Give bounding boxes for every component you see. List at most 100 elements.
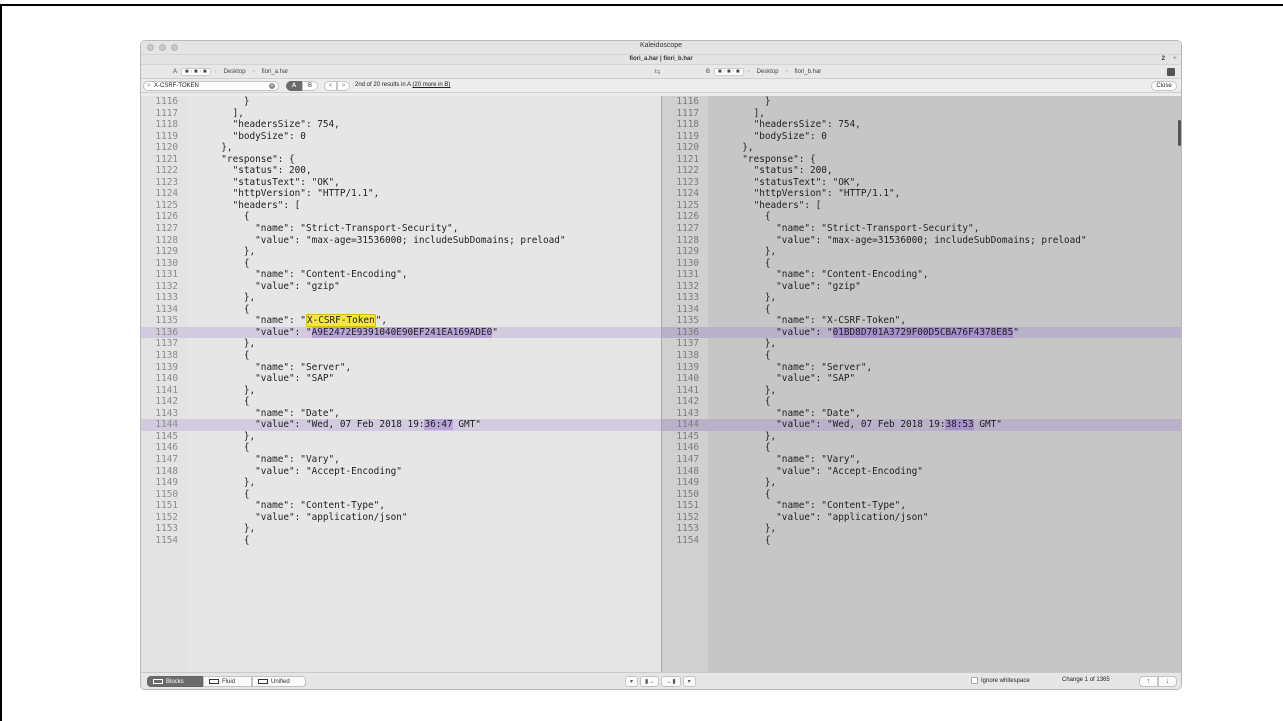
view-unified-button[interactable]: Unified <box>252 676 306 687</box>
code-line[interactable]: 1151 "name": "Content-Type", <box>662 500 1181 512</box>
code-line[interactable]: 1143 "name": "Date", <box>141 408 661 420</box>
code-line[interactable]: 1117 ], <box>141 108 661 120</box>
code-line[interactable]: 1133 }, <box>662 292 1181 304</box>
code-line[interactable]: 1123 "statusText": "OK", <box>141 177 661 189</box>
pane-a[interactable]: 1116 } 1117 ], 1118 "headersSize": 754, 111… <box>141 96 661 674</box>
code-line[interactable]: 1153 }, <box>662 523 1181 535</box>
tab-title[interactable]: fiori_a.har | fiori_b.har <box>141 56 1181 62</box>
code-line[interactable]: 1131 "name": "Content-Encoding", <box>662 269 1181 281</box>
close-search-button[interactable]: Close <box>1151 81 1177 91</box>
copy-to-right-button[interactable]: ▮→ <box>640 676 660 687</box>
swap-sides-icon[interactable]: ⇆ <box>654 67 661 76</box>
code-line[interactable]: 1147 "name": "Vary", <box>141 454 661 466</box>
code-line[interactable]: 1132 "value": "gzip" <box>141 281 661 293</box>
code-line[interactable]: 1132 "value": "gzip" <box>662 281 1181 293</box>
merge-menu-dropdown[interactable]: ▾ <box>625 676 639 687</box>
code-line[interactable]: 1140 "value": "SAP" <box>141 373 661 385</box>
code-line[interactable]: 1125 "headers": [ <box>662 200 1181 212</box>
path-b-breadcrumb[interactable]: ■ › ■ › ■ <box>714 68 744 76</box>
clear-search-icon[interactable]: × <box>269 83 275 89</box>
code-line[interactable]: 1116 } <box>141 96 661 108</box>
code-line[interactable]: 1146 { <box>662 442 1181 454</box>
code-line[interactable]: 1148 "value": "Accept-Encoding" <box>662 466 1181 478</box>
code-line[interactable]: 1124 "httpVersion": "HTTP/1.1", <box>662 188 1181 200</box>
code-line[interactable]: 1121 "response": { <box>141 154 661 166</box>
code-line[interactable]: 1126 { <box>662 211 1181 223</box>
code-line[interactable]: 1119 "bodySize": 0 <box>662 131 1181 143</box>
ignore-whitespace-toggle[interactable]: Ignore whitespace <box>971 677 1030 684</box>
code-line[interactable]: 1151 "name": "Content-Type", <box>141 500 661 512</box>
code-line[interactable]: 1143 "name": "Date", <box>662 408 1181 420</box>
code-line[interactable]: 1139 "name": "Server", <box>662 362 1181 374</box>
code-line[interactable]: 1140 "value": "SAP" <box>662 373 1181 385</box>
code-line[interactable]: 1149 }, <box>141 477 661 489</box>
code-line[interactable]: 1142 { <box>141 396 661 408</box>
code-line[interactable]: 1134 { <box>141 304 661 316</box>
code-line[interactable]: 1128 "value": "max-age=31536000; include… <box>141 235 661 247</box>
code-line[interactable]: 1141 }, <box>662 385 1181 397</box>
code-line[interactable]: 1123 "statusText": "OK", <box>662 177 1181 189</box>
previous-change-button[interactable]: ↑ <box>1139 676 1158 687</box>
code-line[interactable]: 1154 { <box>141 535 661 547</box>
code-line[interactable]: 1134 { <box>662 304 1181 316</box>
code-line[interactable]: 1131 "name": "Content-Encoding", <box>141 269 661 281</box>
copy-to-left-button[interactable]: ←▮ <box>661 676 681 687</box>
code-line[interactable]: 1139 "name": "Server", <box>141 362 661 374</box>
code-line[interactable]: 1145 }, <box>141 431 661 443</box>
code-line[interactable]: 1135 "name": "X-CSRF-Token", <box>141 314 661 328</box>
code-line[interactable]: 1142 { <box>662 396 1181 408</box>
pane-b[interactable]: 1116 } 1117 ], 1118 "headersSize": 754, 111… <box>662 96 1181 674</box>
ignore-whitespace-checkbox[interactable] <box>971 677 978 684</box>
code-line[interactable]: 1120 }, <box>141 142 661 154</box>
code-line[interactable]: 1127 "name": "Strict-Transport-Security"… <box>141 223 661 235</box>
code-line[interactable]: 1126 { <box>141 211 661 223</box>
code-line[interactable]: 1152 "value": "application/json" <box>141 512 661 524</box>
code-line[interactable]: 1138 { <box>141 350 661 362</box>
code-line[interactable]: 1138 { <box>662 350 1181 362</box>
path-a-folder[interactable]: Desktop <box>221 68 249 76</box>
more-results-link[interactable]: (20 more in B) <box>412 82 450 88</box>
code-line[interactable]: 1137 }, <box>662 338 1181 350</box>
code-line[interactable]: 1141 }, <box>141 385 661 397</box>
path-a-breadcrumb[interactable]: ■ › ■ › ■ <box>181 68 211 76</box>
code-line[interactable]: 1148 "value": "Accept-Encoding" <box>141 466 661 478</box>
code-line[interactable]: 1116 } <box>662 96 1181 108</box>
code-line[interactable]: 1122 "status": 200, <box>141 165 661 177</box>
changed-code-line[interactable]: 1136 "value": "A9E2472E9391040E90EF241EA… <box>141 326 661 339</box>
path-b-folder[interactable]: Desktop <box>754 68 782 76</box>
changed-code-line[interactable]: 1136 "value": "01BD8D701A3729F00D5CBA76F… <box>662 326 1181 339</box>
search-input[interactable]: ⌕ X-CSRF-TOKEN × <box>143 81 279 91</box>
merge-menu-dropdown-right[interactable]: ▾ <box>682 676 696 687</box>
previous-result-button[interactable]: < <box>324 81 337 91</box>
code-line[interactable]: 1130 { <box>141 258 661 270</box>
view-blocks-button[interactable]: Blocks <box>147 676 203 687</box>
code-line[interactable]: 1129 }, <box>662 246 1181 258</box>
code-line[interactable]: 1137 }, <box>141 338 661 350</box>
search-scope-a-button[interactable]: A <box>286 81 302 91</box>
code-line[interactable]: 1150 { <box>141 489 661 501</box>
code-line[interactable]: 1125 "headers": [ <box>141 200 661 212</box>
code-line[interactable]: 1130 { <box>662 258 1181 270</box>
next-result-button[interactable]: > <box>337 81 350 91</box>
code-line[interactable]: 1145 }, <box>662 431 1181 443</box>
changed-code-line[interactable]: 1144 "value": "Wed, 07 Feb 2018 19:36:47… <box>141 419 661 431</box>
code-line[interactable]: 1127 "name": "Strict-Transport-Security"… <box>662 223 1181 235</box>
code-line[interactable]: 1146 { <box>141 442 661 454</box>
code-line[interactable]: 1150 { <box>662 489 1181 501</box>
code-line[interactable]: 1128 "value": "max-age=31536000; include… <box>662 235 1181 247</box>
scrollbar-thumb[interactable] <box>1178 120 1181 146</box>
path-b-file[interactable]: fiori_b.har <box>792 68 825 76</box>
code-line[interactable]: 1152 "value": "application/json" <box>662 512 1181 524</box>
sidebar-toggle-icon[interactable] <box>1167 68 1175 76</box>
search-scope-b-button[interactable]: B <box>302 81 318 91</box>
code-line[interactable]: 1120 }, <box>662 142 1181 154</box>
code-line[interactable]: 1118 "headersSize": 754, <box>141 119 661 131</box>
code-line[interactable]: 1153 }, <box>141 523 661 535</box>
code-line[interactable]: 1117 ], <box>662 108 1181 120</box>
code-line[interactable]: 1122 "status": 200, <box>662 165 1181 177</box>
code-line[interactable]: 1121 "response": { <box>662 154 1181 166</box>
path-a-file[interactable]: fiori_a.har <box>259 68 292 76</box>
code-line[interactable]: 1124 "httpVersion": "HTTP/1.1", <box>141 188 661 200</box>
code-line[interactable]: 1149 }, <box>662 477 1181 489</box>
code-line[interactable]: 1118 "headersSize": 754, <box>662 119 1181 131</box>
